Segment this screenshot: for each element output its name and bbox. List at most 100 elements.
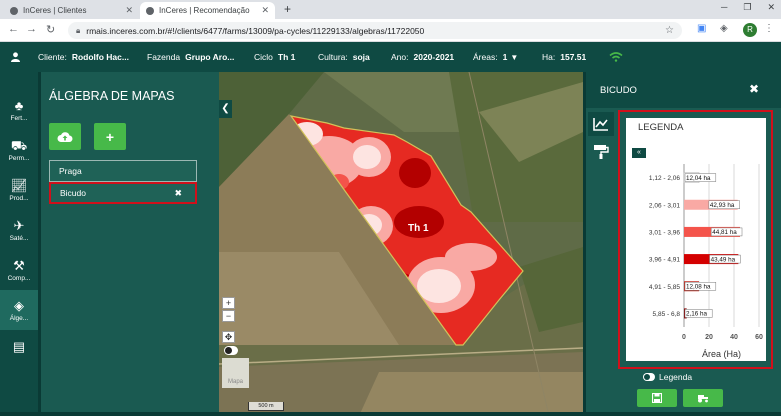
year-selector[interactable]: Ano: 2020-2021 — [391, 52, 454, 62]
client-label: Cliente: — [38, 52, 67, 62]
paint-tool-button[interactable] — [588, 140, 614, 164]
rail-item-label: Fert... — [10, 114, 28, 122]
tractor-export-button[interactable] — [683, 389, 723, 407]
module-rail: ♣ Fert... ⛟ Perm... 📈︎ Prod... ✈︎ Saté..… — [0, 72, 38, 416]
panel-header: BICUDO ✖ — [586, 72, 781, 108]
rail-item-algebra[interactable]: ◈ Álge... — [0, 290, 38, 330]
tab-title: InCeres | Recomendação — [159, 6, 250, 15]
hectares-label: Ha: — [542, 52, 556, 62]
upload-button[interactable] — [49, 123, 81, 150]
cloud-upload-icon — [57, 131, 73, 142]
rail-item-relatorio[interactable]: ▤ — [0, 328, 38, 368]
maximize-icon[interactable]: ❐ — [743, 2, 751, 13]
data-label: 12,04 ha — [686, 175, 711, 182]
translate-icon[interactable]: ▣ — [697, 23, 706, 34]
areas-selector[interactable]: Áreas: 1 ▼ — [473, 52, 518, 62]
app-header: Cliente: Rodolfo Hac... Fazenda Grupo Ar… — [0, 42, 781, 72]
farm-selector[interactable]: Fazenda Grupo Aro... — [147, 52, 234, 62]
minimize-icon[interactable]: ─ — [721, 2, 727, 13]
category-label: 3,96 - 4,91 — [649, 257, 680, 264]
legend-toggle[interactable]: Legenda — [643, 372, 692, 382]
zoom-out-button[interactable]: − — [222, 310, 235, 322]
rail-item-comparacao[interactable]: ⚒︎ Comp... — [0, 250, 38, 290]
legend-title: LEGENDA — [638, 122, 684, 133]
client-selector[interactable]: Cliente: Rodolfo Hac... — [38, 52, 129, 62]
layer-label: Bicudo — [60, 188, 86, 198]
chevron-left-icon: ❮ — [221, 103, 230, 114]
crop-selector[interactable]: Cultura: soja — [318, 52, 370, 62]
rail-item-label: Comp... — [7, 274, 31, 282]
menu-dots-icon[interactable]: ⋮ — [764, 23, 774, 34]
rail-item-label: Saté... — [9, 234, 29, 242]
algebra-panel: ÁLGEBRA DE MAPAS + Praga Bicudo ✖ — [38, 72, 219, 416]
toggle-switch — [643, 373, 655, 381]
rail-item-label: Perm... — [8, 154, 30, 162]
forward-icon[interactable]: → — [26, 23, 37, 35]
new-tab-icon[interactable]: + — [284, 2, 291, 16]
category-label: 5,85 - 6,8 — [653, 311, 681, 318]
rail-item-satelite[interactable]: ✈︎ Saté... — [0, 210, 38, 250]
bookmark-star-icon[interactable]: ☆ — [665, 25, 674, 36]
data-label: 44,81 ha — [712, 229, 737, 236]
panel-title: BICUDO — [600, 84, 637, 96]
add-layer-button[interactable]: + — [94, 123, 126, 150]
reload-icon[interactable]: ↻ — [46, 23, 55, 36]
category-label: 4,91 - 5,85 — [649, 284, 680, 291]
layer-detail-panel: BICUDO ✖ LEGENDA « 0 20 40 60 1,12 - 2,06 12,… — [583, 72, 781, 416]
map-layer-toggle[interactable] — [224, 346, 238, 355]
crop-value: soja — [352, 52, 370, 62]
map-type-thumbnail[interactable]: Mapa — [222, 358, 249, 388]
browser-tab-clientes[interactable]: InCeres | Clientes ✕ — [4, 2, 139, 19]
compare-icon: ⚒︎ — [13, 257, 25, 273]
layer-item-bicudo[interactable]: Bicudo ✖ — [49, 182, 197, 204]
wifi-icon — [609, 52, 623, 62]
hectares-display: Ha: 157.51 — [542, 52, 586, 62]
back-icon[interactable]: ← — [8, 23, 19, 35]
remove-layer-icon[interactable]: ✖ — [174, 188, 182, 199]
save-button[interactable] — [637, 389, 677, 407]
profile-avatar[interactable]: R — [743, 23, 757, 37]
x-tick-label: 20 — [705, 334, 713, 341]
collapse-panel-button[interactable]: ❮ — [219, 100, 232, 118]
rail-item-fertilidade[interactable]: ♣ Fert... — [0, 90, 38, 130]
layer-label: Praga — [59, 166, 82, 176]
favicon-icon — [10, 6, 18, 15]
year-label: Ano: — [391, 52, 409, 62]
paint-roller-icon — [594, 145, 609, 159]
toggle-knob — [225, 347, 232, 354]
category-label: 2,06 - 3,01 — [649, 202, 680, 209]
rail-item-permanente[interactable]: ⛟ Perm... — [0, 130, 38, 170]
zoom-in-button[interactable]: + — [222, 297, 235, 309]
crop-label: Cultura: — [318, 52, 348, 62]
save-icon — [652, 393, 662, 403]
x-tick-label: 60 — [755, 334, 763, 341]
x-axis-title: Área (Ha) — [702, 349, 741, 359]
chart-tool-button[interactable] — [588, 112, 614, 136]
close-icon[interactable]: ✖ — [749, 82, 759, 96]
chart-line-icon: 📈︎ — [10, 177, 28, 193]
layer-item-praga[interactable]: Praga — [49, 160, 197, 182]
fullscreen-button[interactable]: ✥ — [222, 331, 235, 343]
rail-item-produtividade[interactable]: 📈︎ Prod... — [0, 170, 38, 210]
close-tab-icon[interactable]: ✕ — [261, 5, 269, 16]
year-value: 2020-2021 — [413, 52, 455, 62]
tab-title: InCeres | Clientes — [23, 6, 87, 15]
map-view[interactable]: Th 1 — [219, 72, 583, 416]
extension-icon[interactable]: ◈ — [720, 23, 728, 34]
browser-tab-bar: InCeres | Clientes ✕ InCeres | Recomenda… — [0, 0, 781, 19]
window-close-icon[interactable]: ✕ — [767, 2, 775, 13]
user-icon[interactable] — [11, 52, 20, 62]
chart-line-icon — [593, 118, 608, 131]
cycle-label: Ciclo — [254, 52, 273, 62]
browser-tab-recomendacao[interactable]: InCeres | Recomendação ✕ — [140, 2, 275, 19]
tractor-icon: ⛟ — [10, 137, 28, 153]
report-icon: ▤ — [12, 339, 26, 354]
rail-item-label: Prod... — [9, 194, 29, 202]
satellite-icon: ✈︎ — [13, 217, 25, 233]
close-tab-icon[interactable]: ✕ — [125, 5, 133, 16]
window-controls: ─ ❐ ✕ — [721, 2, 775, 13]
field-label: Th 1 — [408, 223, 429, 234]
cycle-selector[interactable]: Ciclo Th 1 — [254, 52, 295, 62]
collapse-legend-button[interactable]: « — [632, 148, 646, 158]
address-bar[interactable]: 🔒︎ rmais.inceres.com.br/#!/clients/6477/… — [68, 22, 682, 39]
